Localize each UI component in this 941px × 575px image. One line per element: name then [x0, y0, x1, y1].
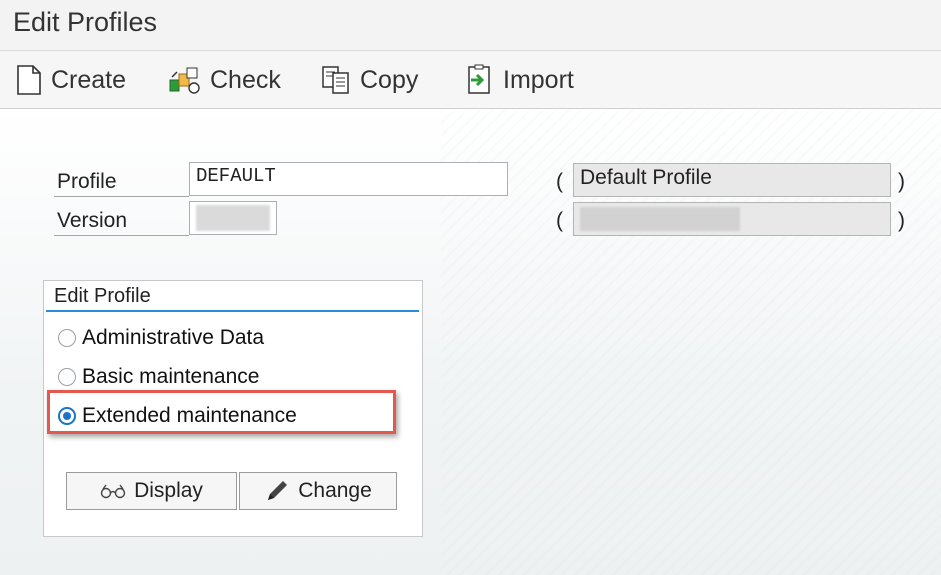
create-button[interactable]: Create	[15, 63, 126, 97]
profile-input[interactable]: DEFAULT	[189, 162, 508, 196]
close-paren-version: )	[898, 209, 905, 232]
copy-icon	[322, 66, 349, 94]
title-bar: Edit Profiles	[0, 0, 941, 51]
group-title-underline	[46, 310, 419, 312]
open-paren-version: (	[556, 209, 563, 232]
check-button[interactable]: Check	[168, 63, 281, 97]
version-description-field	[573, 202, 891, 236]
radio-circle[interactable]	[58, 368, 76, 386]
radio-label: Basic maintenance	[82, 365, 260, 388]
check-objects-icon	[169, 67, 200, 94]
highlight-box	[47, 390, 396, 434]
version-label-underline	[54, 235, 189, 236]
import-button[interactable]: Import	[463, 63, 574, 97]
toolbar: Create Check Copy Import	[0, 51, 941, 109]
version-description-redaction	[580, 207, 740, 231]
copy-button[interactable]: Copy	[320, 63, 418, 97]
display-button[interactable]: Display	[66, 472, 237, 510]
radio-circle[interactable]	[58, 329, 76, 347]
profile-label: Profile	[57, 170, 117, 193]
change-button[interactable]: Change	[239, 472, 397, 510]
copy-label: Copy	[360, 65, 419, 94]
import-label: Import	[503, 65, 574, 94]
version-redaction	[196, 205, 270, 231]
profile-description-field: Default Profile	[573, 163, 891, 197]
radio-label: Administrative Data	[82, 326, 265, 349]
check-label: Check	[210, 65, 281, 94]
create-label: Create	[51, 65, 127, 94]
edit-profile-title: Edit Profile	[54, 285, 151, 307]
page-title: Edit Profiles	[13, 7, 158, 37]
display-label: Display	[134, 479, 203, 502]
radio-administrative-data[interactable]: Administrative Data	[58, 326, 264, 350]
profile-label-underline	[54, 196, 189, 197]
radio-basic-maintenance[interactable]: Basic maintenance	[58, 365, 259, 389]
new-document-icon	[17, 65, 41, 95]
open-paren: (	[556, 170, 563, 193]
change-label: Change	[298, 479, 372, 502]
glasses-icon	[100, 484, 126, 499]
pencil-icon	[268, 481, 288, 500]
import-icon	[468, 64, 490, 94]
close-paren: )	[898, 170, 905, 193]
version-label: Version	[57, 209, 128, 232]
version-input[interactable]	[189, 201, 277, 235]
